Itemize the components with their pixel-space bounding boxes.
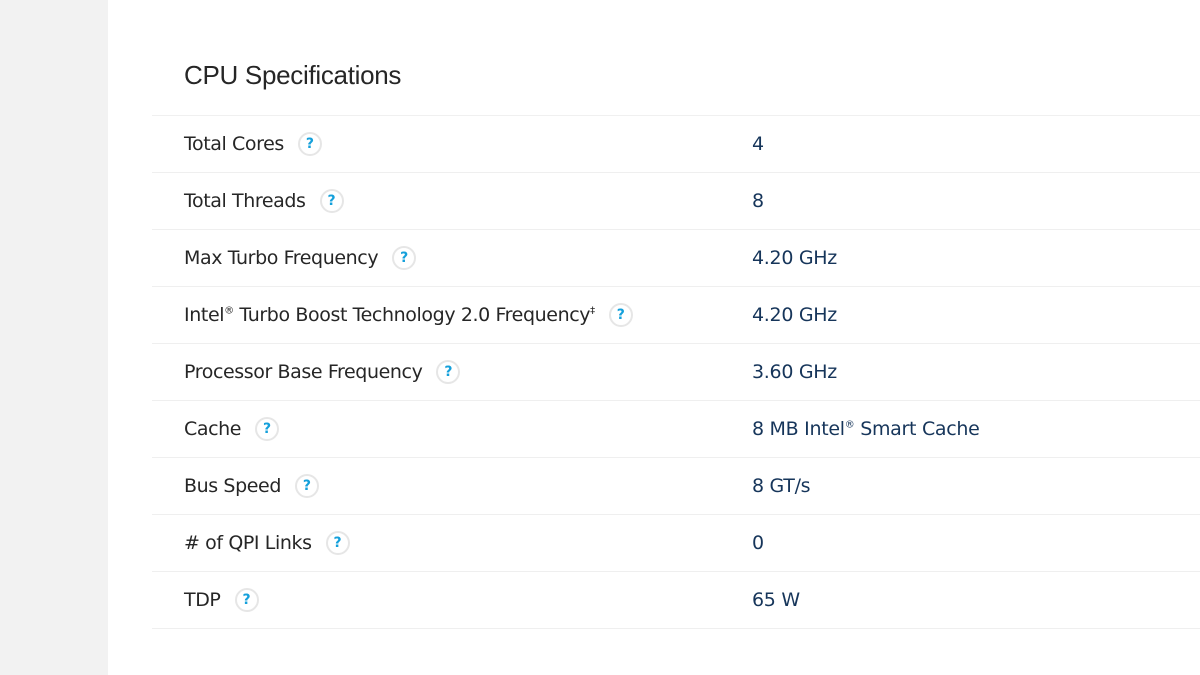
registered-mark: ® xyxy=(844,419,855,431)
spec-row: Max Turbo Frequency ? 4.20 GHz xyxy=(152,230,1200,287)
spec-row: Intel® Turbo Boost Technology 2.0 Freque… xyxy=(152,287,1200,344)
left-panel xyxy=(0,0,108,675)
section-title: CPU Specifications xyxy=(184,60,402,90)
help-icon[interactable]: ? xyxy=(297,132,322,156)
spec-row: Bus Speed ? 8 GT/s xyxy=(152,458,1200,515)
spec-table: Total Cores ? 4 Total Threads ? 8 Max Tu… xyxy=(152,115,1200,629)
help-icon[interactable]: ? xyxy=(319,189,344,213)
registered-mark: ® xyxy=(224,305,234,317)
help-icon[interactable]: ? xyxy=(325,531,350,555)
spec-row: Processor Base Frequency ? 3.60 GHz xyxy=(152,344,1200,401)
spec-value: 4 xyxy=(752,133,764,155)
spec-label: # of QPI Links xyxy=(184,532,312,554)
spec-label-group: Intel® Turbo Boost Technology 2.0 Freque… xyxy=(184,303,633,327)
footnote-mark: ‡ xyxy=(590,305,595,317)
spec-row: Total Cores ? 4 xyxy=(152,116,1200,173)
spec-label: Total Threads xyxy=(184,190,306,212)
spec-value: 0 xyxy=(752,532,764,554)
spec-row: Total Threads ? 8 xyxy=(152,173,1200,230)
spec-label-group: Total Cores ? xyxy=(184,132,322,156)
help-icon[interactable]: ? xyxy=(234,588,259,612)
spec-value: 65 W xyxy=(752,589,800,611)
spec-value: 4.20 GHz xyxy=(752,304,837,326)
spec-label-group: Bus Speed ? xyxy=(184,474,319,498)
spec-label: Cache xyxy=(184,418,242,440)
spec-row: Cache ? 8 MB Intel® Smart Cache xyxy=(152,401,1200,458)
spec-label: Max Turbo Frequency xyxy=(184,247,379,269)
spec-label-group: Cache ? xyxy=(184,417,280,441)
spec-label: Bus Speed xyxy=(184,475,281,497)
spec-value: 8 GT/s xyxy=(752,475,811,497)
help-icon[interactable]: ? xyxy=(392,246,417,270)
spec-label-group: # of QPI Links ? xyxy=(184,531,350,555)
help-icon[interactable]: ? xyxy=(294,474,319,498)
help-icon[interactable]: ? xyxy=(255,417,280,441)
spec-label-group: TDP ? xyxy=(184,588,259,612)
help-icon[interactable]: ? xyxy=(436,360,461,384)
spec-label-group: Processor Base Frequency ? xyxy=(184,360,461,384)
spec-value: 3.60 GHz xyxy=(752,361,837,383)
spec-value: 4.20 GHz xyxy=(752,247,837,269)
spec-label: Processor Base Frequency xyxy=(184,361,423,383)
spec-label-group: Total Threads ? xyxy=(184,189,344,213)
spec-label: Intel® Turbo Boost Technology 2.0 Freque… xyxy=(184,304,595,326)
spec-label: Total Cores xyxy=(184,133,284,155)
spec-row: TDP ? 65 W xyxy=(152,572,1200,629)
spec-label-group: Max Turbo Frequency ? xyxy=(184,246,417,270)
spec-value: 8 xyxy=(752,190,764,212)
help-icon[interactable]: ? xyxy=(608,303,633,327)
spec-row: # of QPI Links ? 0 xyxy=(152,515,1200,572)
spec-value: 8 MB Intel® Smart Cache xyxy=(752,418,980,440)
spec-label: TDP xyxy=(184,589,221,611)
